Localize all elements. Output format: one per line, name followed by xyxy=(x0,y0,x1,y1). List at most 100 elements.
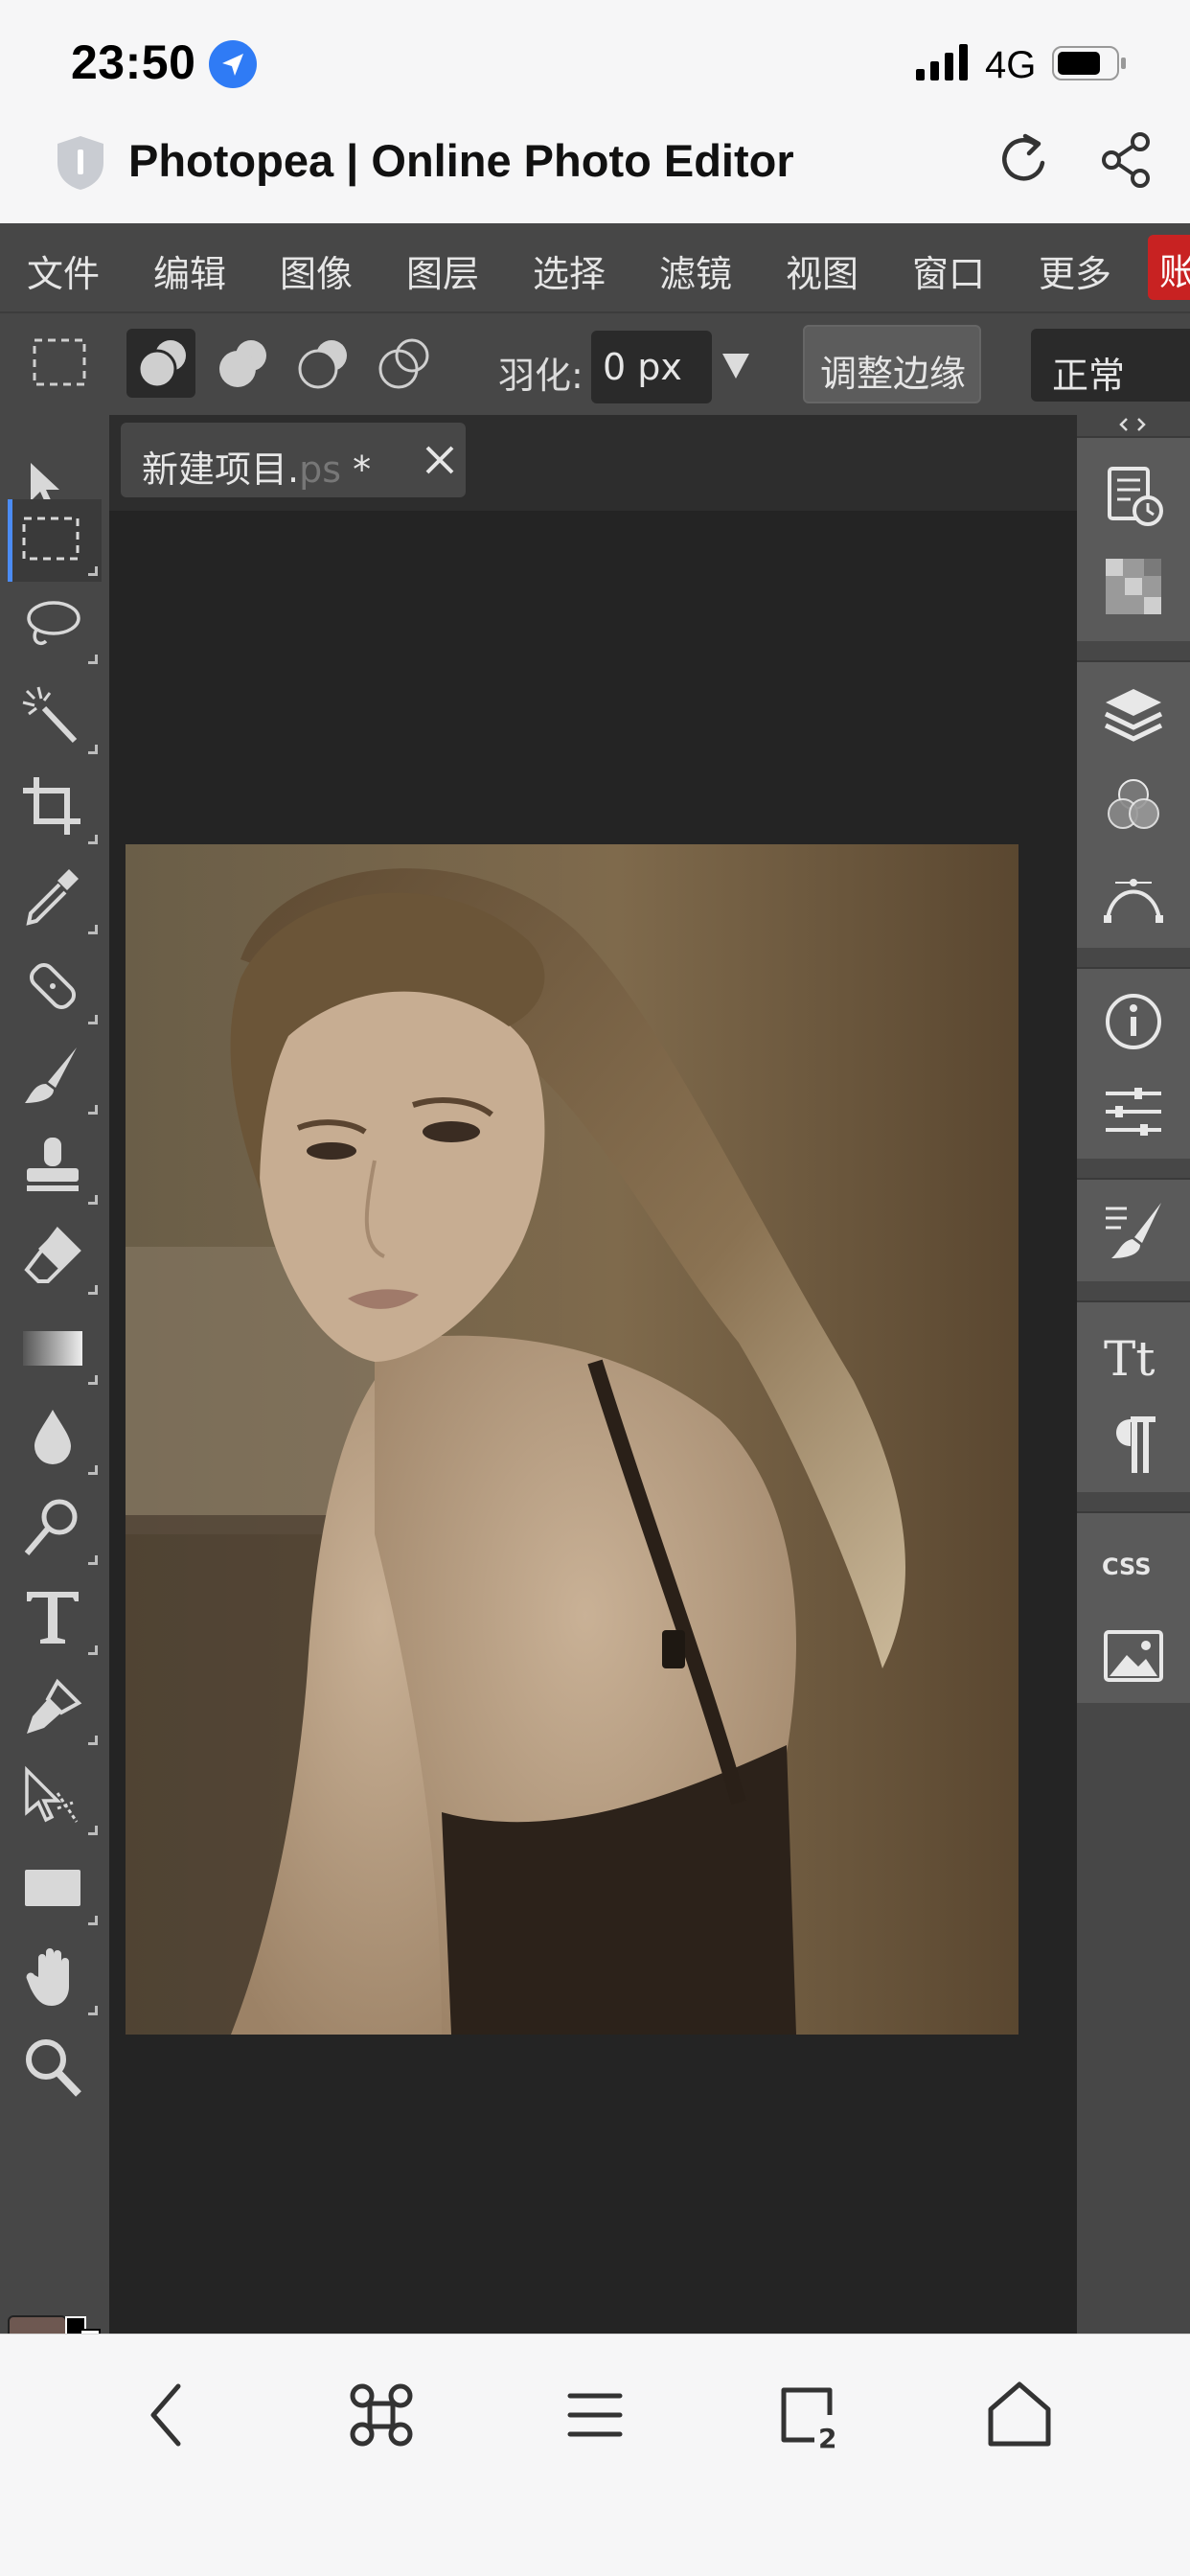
brush-settings-icon[interactable] xyxy=(1102,1199,1165,1262)
shape-tool[interactable] xyxy=(13,1849,102,1931)
menu-window[interactable]: 窗口 xyxy=(912,244,985,297)
lasso-icon xyxy=(27,601,80,646)
layers-icon[interactable] xyxy=(1102,683,1165,747)
document-tab-title: 新建项目.ps * xyxy=(142,440,371,493)
type-tool[interactable] xyxy=(13,1578,102,1661)
selection-mode-add[interactable] xyxy=(207,329,276,398)
zoom-tool[interactable] xyxy=(13,2029,102,2111)
browser-address-bar: Photopea | Online Photo Editor xyxy=(0,115,1190,223)
type-icon xyxy=(27,1592,79,1644)
lasso-tool[interactable] xyxy=(13,587,102,670)
history-icon[interactable] xyxy=(1102,465,1165,528)
crop-tool[interactable] xyxy=(13,768,102,850)
path-select-tool[interactable] xyxy=(13,1759,102,1841)
panel-group-character: Tt xyxy=(1077,1300,1190,1492)
blend-mode-select[interactable]: 正常 xyxy=(1031,329,1190,402)
svg-text:2: 2 xyxy=(818,2423,836,2453)
magnifier-icon xyxy=(26,2039,81,2097)
collapse-panels-icon[interactable] xyxy=(1113,415,1152,434)
eraser-icon xyxy=(24,1226,81,1283)
image-icon[interactable] xyxy=(1102,1624,1165,1688)
share-icon[interactable] xyxy=(1098,130,1156,190)
crop-icon xyxy=(23,777,80,835)
eyedropper-tool[interactable] xyxy=(13,858,102,940)
feather-input[interactable]: 0 px xyxy=(591,331,712,403)
pen-icon xyxy=(27,1678,82,1734)
rectangle-icon xyxy=(25,1870,80,1906)
svg-text:Tt: Tt xyxy=(1104,1331,1155,1387)
info-icon[interactable] xyxy=(1102,990,1165,1053)
gradient-tool[interactable] xyxy=(13,1308,102,1391)
document-tab-strip: 新建项目.ps * xyxy=(109,415,1077,511)
battery-icon xyxy=(1052,46,1126,80)
character-icon[interactable]: Tt xyxy=(1102,1323,1165,1387)
chevron-down-icon[interactable] xyxy=(719,348,753,382)
menu-layer[interactable]: 图层 xyxy=(406,244,479,297)
selection-mode-intersect[interactable] xyxy=(368,329,437,398)
hand-tool[interactable] xyxy=(13,1939,102,2021)
menu-more[interactable]: 更多 xyxy=(1039,244,1111,297)
menu-file[interactable]: 文件 xyxy=(27,244,100,297)
panel-group-history xyxy=(1077,436,1190,641)
stamp-icon xyxy=(27,1138,79,1191)
dodge-tool[interactable] xyxy=(13,1488,102,1571)
account-button[interactable]: 账 xyxy=(1148,235,1190,300)
document-tab[interactable]: 新建项目.ps * xyxy=(121,423,466,497)
healing-brush-tool[interactable] xyxy=(13,948,102,1030)
document-tab-name: 新建项目. xyxy=(142,448,300,491)
eraser-tool[interactable] xyxy=(13,1218,102,1300)
menu-view[interactable]: 视图 xyxy=(786,244,858,297)
feather-label: 羽化: xyxy=(498,355,584,397)
selection-mode-new[interactable] xyxy=(126,329,195,398)
network-type: 4G xyxy=(985,44,1037,86)
marquee-options-icon[interactable] xyxy=(29,333,92,394)
magic-wand-tool[interactable] xyxy=(13,678,102,760)
properties-icon[interactable] xyxy=(1102,1080,1165,1143)
back-icon[interactable] xyxy=(130,2377,207,2453)
page-title: Photopea | Online Photo Editor xyxy=(128,135,794,186)
panel-group-brushes xyxy=(1077,1178,1190,1281)
default-colors-icon[interactable] xyxy=(65,2316,105,2334)
browser-toolbar: 2 xyxy=(0,2334,1190,2576)
menu-image[interactable]: 图像 xyxy=(280,244,353,297)
water-drop-icon xyxy=(34,1410,71,1464)
eyedropper-icon xyxy=(26,869,79,926)
paragraph-icon[interactable] xyxy=(1102,1414,1165,1477)
tools-panel xyxy=(0,415,109,2334)
close-icon[interactable] xyxy=(422,442,458,478)
home-icon[interactable] xyxy=(981,2377,1058,2453)
refine-edge-button[interactable]: 调整边缘 xyxy=(803,325,981,403)
document-tab-extension: ps xyxy=(299,448,342,491)
channels-icon[interactable] xyxy=(1102,773,1165,837)
menu-filter[interactable]: 滤镜 xyxy=(659,244,732,297)
blur-tool[interactable] xyxy=(13,1398,102,1481)
panel-group-css: CSS xyxy=(1077,1511,1190,1703)
selection-mode-subtract[interactable] xyxy=(287,329,356,398)
paths-icon[interactable] xyxy=(1102,863,1165,927)
brush-icon xyxy=(25,1047,77,1103)
photopea-app: 文件 编辑 图像 图层 选择 滤镜 视图 窗口 更多 账 羽化: 0 px 调整… xyxy=(0,223,1190,2334)
gradient-icon xyxy=(23,1331,82,1366)
swatches-icon[interactable] xyxy=(1102,555,1165,618)
shield-icon[interactable] xyxy=(54,134,107,192)
document-modified-indicator: * xyxy=(341,448,372,491)
reload-icon[interactable] xyxy=(996,130,1052,190)
marquee-tool[interactable] xyxy=(8,499,102,582)
dodge-icon xyxy=(24,1499,78,1555)
css-icon[interactable]: CSS xyxy=(1102,1534,1165,1598)
tool-options-bar: 羽化: 0 px 调整边缘 正常 xyxy=(0,311,1190,415)
magic-wand-icon xyxy=(22,686,78,744)
foreground-color-swatch[interactable] xyxy=(8,2315,67,2334)
signal-bars-icon xyxy=(916,44,968,80)
command-icon[interactable] xyxy=(343,2377,420,2453)
menu-icon[interactable] xyxy=(557,2377,633,2453)
canvas-photo[interactable] xyxy=(126,844,1018,2035)
menu-select[interactable]: 选择 xyxy=(533,244,606,297)
brush-tool[interactable] xyxy=(13,1038,102,1120)
bandage-icon xyxy=(29,962,77,1010)
tabs-icon[interactable]: 2 xyxy=(770,2377,847,2453)
menu-edit[interactable]: 编辑 xyxy=(153,244,226,297)
pen-tool[interactable] xyxy=(13,1668,102,1751)
path-select-icon xyxy=(25,1765,79,1823)
clone-stamp-tool[interactable] xyxy=(13,1128,102,1210)
